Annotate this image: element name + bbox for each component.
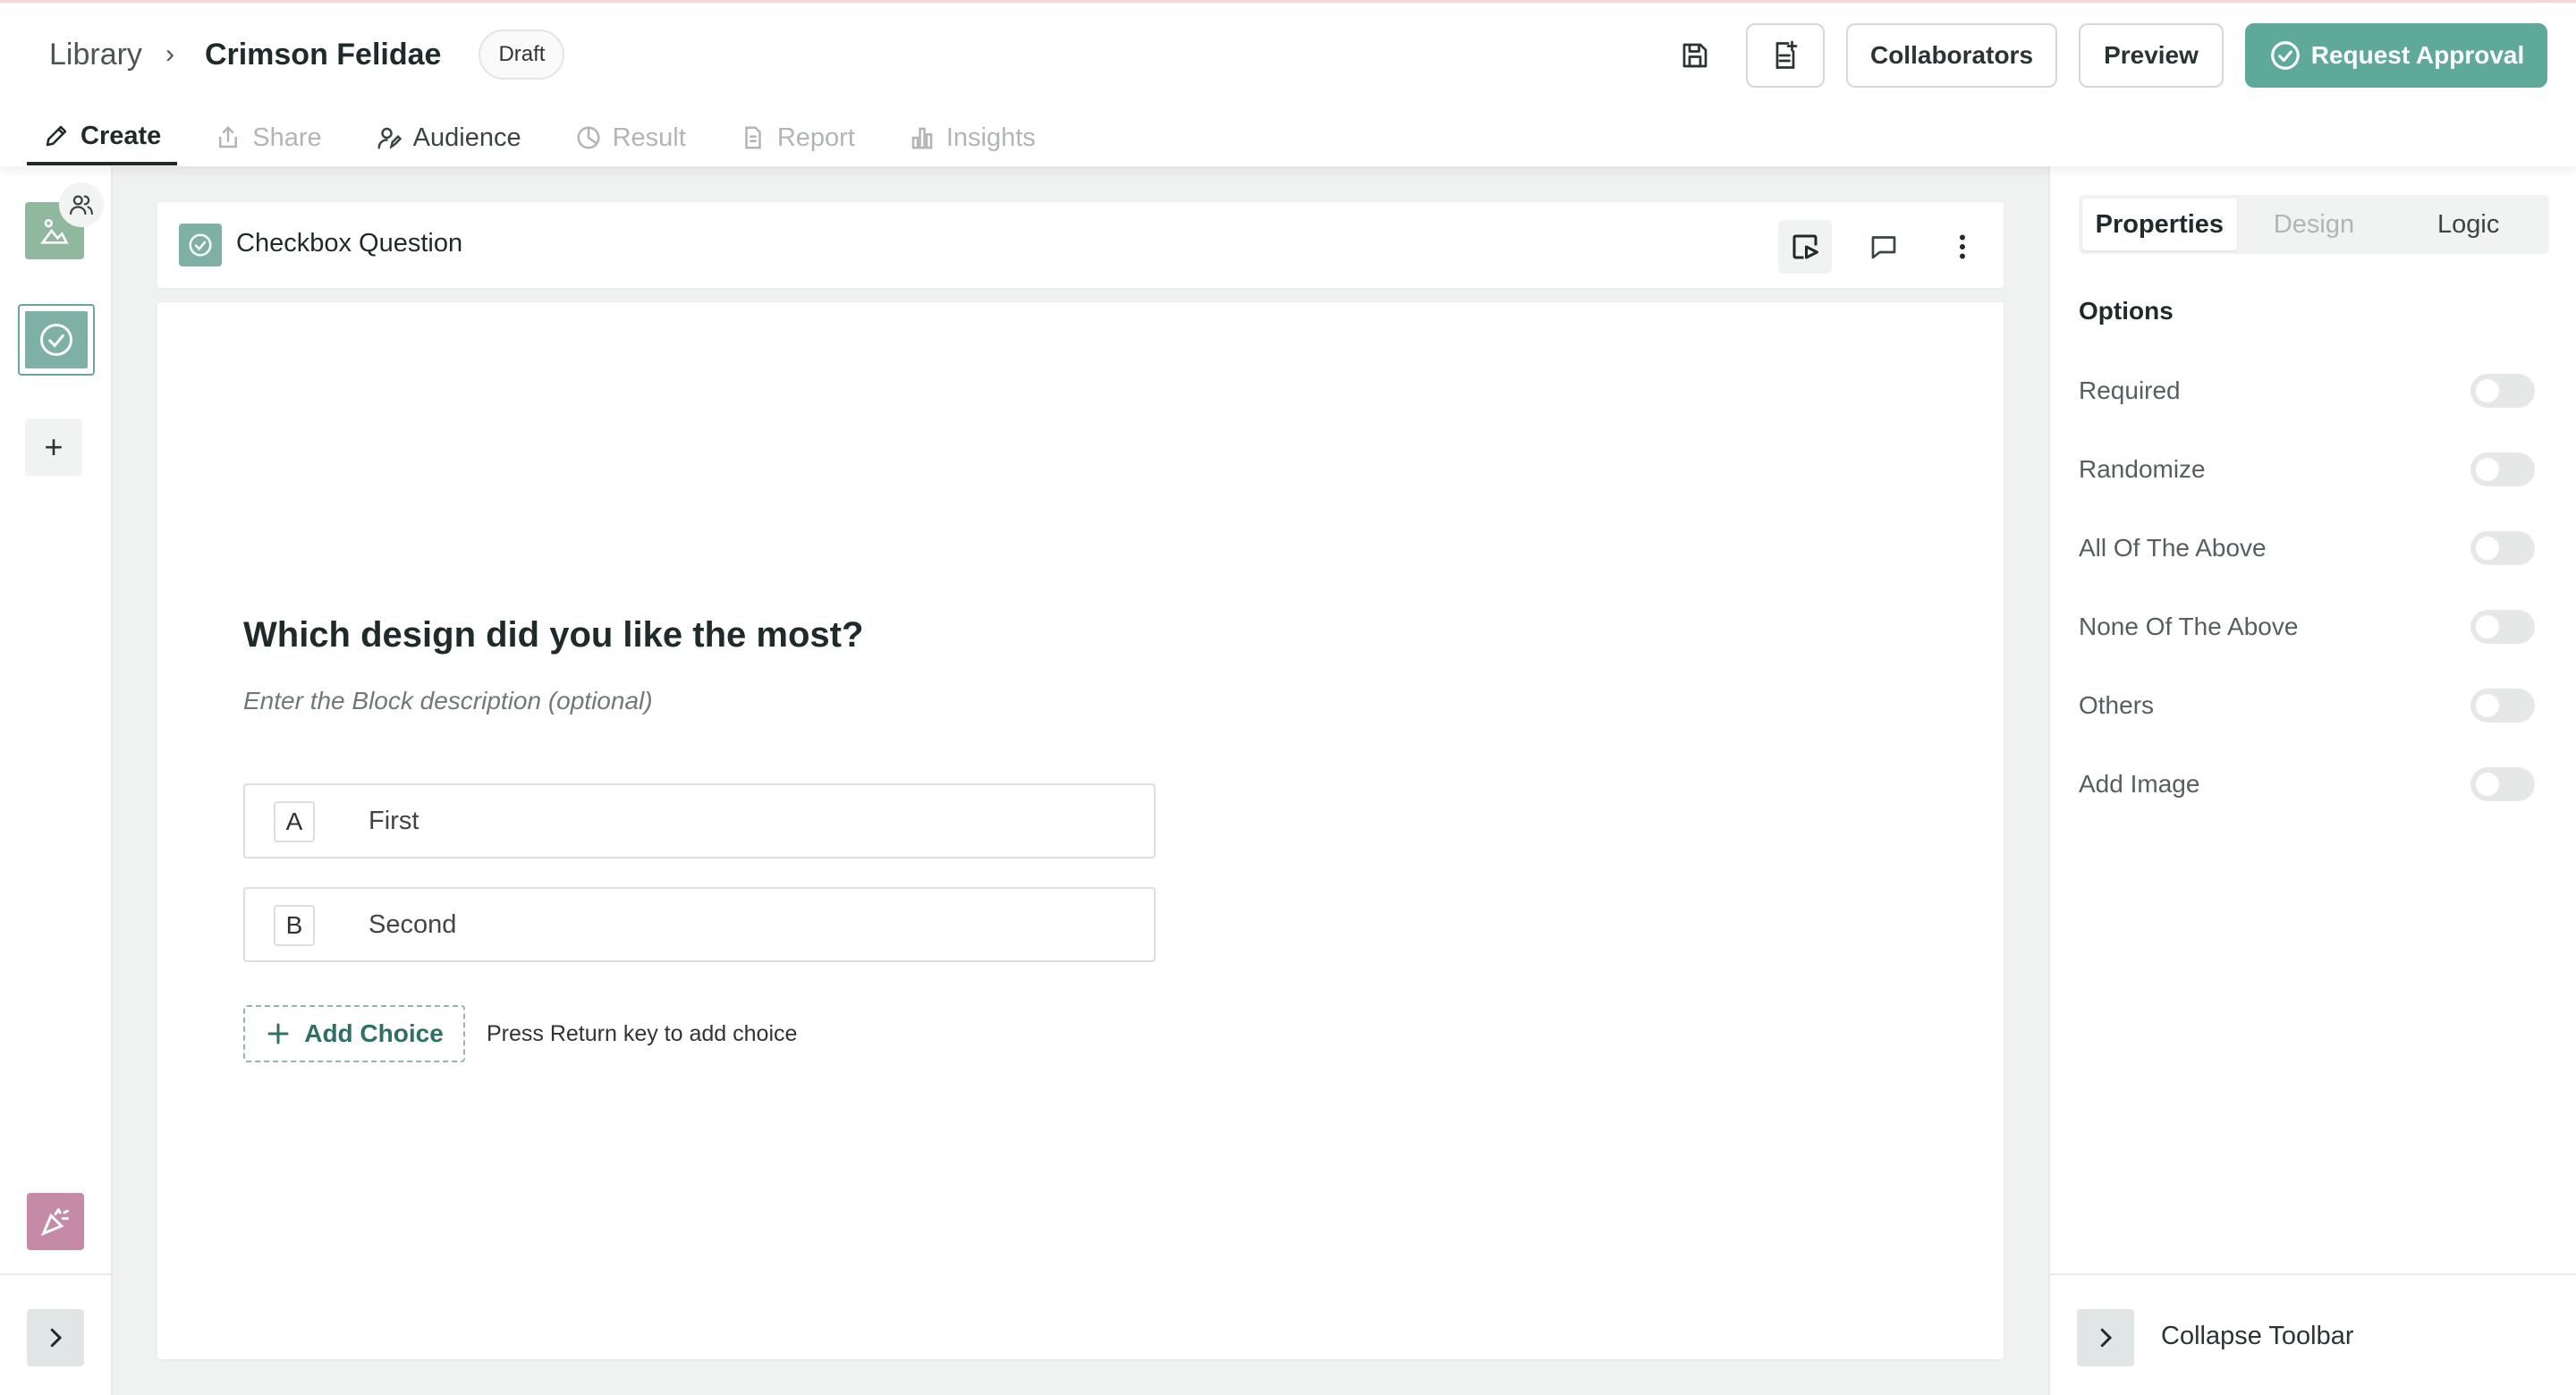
celebration-icon	[40, 1208, 69, 1237]
question-description[interactable]: Enter the Block description (optional)	[243, 687, 653, 715]
breadcrumb-separator: ›	[165, 39, 174, 69]
choice-item[interactable]: B Second	[243, 887, 1156, 962]
tab-design[interactable]: Design	[2237, 199, 2392, 250]
add-choice-label: Add Choice	[304, 1019, 444, 1047]
tab-share[interactable]: Share	[199, 110, 337, 165]
tab-insights-label: Insights	[945, 123, 1036, 152]
option-label: Others	[2079, 691, 2155, 719]
tab-report-label: Report	[776, 123, 855, 152]
status-badge: Draft	[479, 30, 565, 80]
chevron-right-icon	[50, 1328, 63, 1348]
pie-icon	[577, 126, 600, 149]
others-toggle[interactable]	[2470, 689, 2535, 723]
question-type-icon-box	[179, 224, 222, 266]
options-heading: Options	[2079, 297, 2174, 325]
document-add-icon	[1775, 40, 1798, 69]
kebab-menu-icon	[1960, 234, 1965, 259]
play-preview-icon	[1792, 234, 1818, 259]
comment-button[interactable]	[1857, 220, 1911, 274]
tab-audience-label: Audience	[412, 123, 521, 152]
required-toggle[interactable]	[2470, 374, 2535, 408]
option-label: Required	[2079, 376, 2181, 404]
option-others: Others	[2079, 686, 2535, 725]
checkbox-question-thumbnail-inner	[25, 311, 88, 368]
option-label: Add Image	[2079, 770, 2200, 798]
page-sidebar: +	[0, 166, 113, 1395]
more-options-button[interactable]	[1936, 220, 1989, 274]
breadcrumb-library-link[interactable]: Library	[49, 38, 142, 72]
header: Library › Crimson Felidae Draft Collabor…	[0, 3, 2576, 166]
randomize-toggle[interactable]	[2470, 452, 2535, 486]
panel-tabs: Properties Design Logic	[2079, 195, 2549, 254]
breadcrumb: Library › Crimson Felidae Draft	[49, 30, 565, 80]
tab-audience[interactable]: Audience	[360, 110, 538, 165]
tab-report[interactable]: Report	[724, 110, 871, 165]
document-icon	[745, 126, 761, 149]
option-none-of-the-above: None Of The Above	[2079, 607, 2535, 647]
option-label: Randomize	[2079, 455, 2206, 483]
save-icon	[1682, 43, 1707, 68]
question-card: Which design did you like the most? Ente…	[157, 302, 2004, 1359]
choice-text[interactable]: Second	[369, 910, 456, 940]
add-document-button[interactable]	[1746, 23, 1825, 88]
question-type-label: Checkbox Question	[236, 229, 463, 258]
question-toolbar: Checkbox Question	[157, 202, 2004, 288]
add-page-button[interactable]: +	[25, 418, 82, 476]
choice-key: B	[274, 905, 315, 946]
people-icon	[70, 195, 93, 216]
option-label: None Of The Above	[2079, 613, 2299, 640]
option-add-image: Add Image	[2079, 765, 2535, 804]
panel-divider	[2050, 1273, 2576, 1275]
option-all-of-the-above: All Of The Above	[2079, 528, 2535, 568]
choice-item[interactable]: A First	[243, 783, 1156, 858]
page-title[interactable]: Crimson Felidae	[205, 38, 442, 72]
all-of-the-above-toggle[interactable]	[2470, 531, 2535, 565]
choice-text[interactable]: First	[369, 807, 419, 836]
share-icon	[219, 125, 238, 148]
tab-insights[interactable]: Insights	[893, 110, 1052, 165]
preview-button[interactable]: Preview	[2079, 23, 2224, 88]
bar-chart-icon	[911, 127, 933, 149]
audience-icon	[377, 127, 402, 149]
add-choice-hint: Press Return key to add choice	[487, 1021, 798, 1046]
tab-result[interactable]: Result	[559, 110, 702, 165]
pencil-icon	[46, 125, 67, 147]
tab-result-label: Result	[612, 123, 686, 152]
tab-properties[interactable]: Properties	[2082, 199, 2237, 250]
option-required: Required	[2079, 371, 2535, 410]
editor-canvas: Checkbox Question Which design did you l…	[113, 166, 2048, 1395]
people-icon-badge[interactable]	[59, 182, 104, 227]
preview-question-button[interactable]	[1778, 220, 1832, 274]
expand-sidebar-button[interactable]	[27, 1309, 84, 1366]
add-image-toggle[interactable]	[2470, 767, 2535, 801]
tab-logic[interactable]: Logic	[2391, 199, 2546, 250]
collapse-toolbar-button[interactable]	[2077, 1309, 2134, 1366]
choice-key: A	[274, 801, 315, 842]
main-tabs: Create Share Audience Result Report Insi…	[27, 110, 1073, 165]
sidebar-divider	[0, 1273, 111, 1275]
chevron-right-icon	[2100, 1328, 2113, 1348]
collaborators-button[interactable]: Collaborators	[1846, 23, 2057, 88]
tab-share-label: Share	[252, 123, 322, 152]
request-approval-button[interactable]: Request Approval	[2245, 23, 2547, 88]
comment-icon	[1871, 236, 1896, 259]
check-circle-icon	[2270, 41, 2300, 70]
option-label: All Of The Above	[2079, 534, 2267, 562]
checkbox-question-thumbnail[interactable]	[18, 304, 95, 376]
save-button[interactable]	[1664, 23, 1726, 88]
check-circle-icon	[189, 233, 212, 257]
add-choice-button[interactable]: Add Choice	[243, 1005, 465, 1062]
properties-panel: Properties Design Logic Options Required…	[2048, 166, 2576, 1395]
thank-you-page-thumbnail[interactable]	[27, 1193, 84, 1250]
check-circle-icon	[40, 324, 72, 356]
tab-create[interactable]: Create	[27, 110, 178, 165]
collapse-toolbar-label[interactable]: Collapse Toolbar	[2161, 1322, 2354, 1351]
plus-icon	[267, 1023, 289, 1044]
option-randomize: Randomize	[2079, 450, 2535, 489]
tab-create-label: Create	[80, 121, 162, 150]
request-approval-label: Request Approval	[2310, 41, 2525, 69]
none-of-the-above-toggle[interactable]	[2470, 610, 2535, 644]
question-title[interactable]: Which design did you like the most?	[243, 615, 863, 655]
